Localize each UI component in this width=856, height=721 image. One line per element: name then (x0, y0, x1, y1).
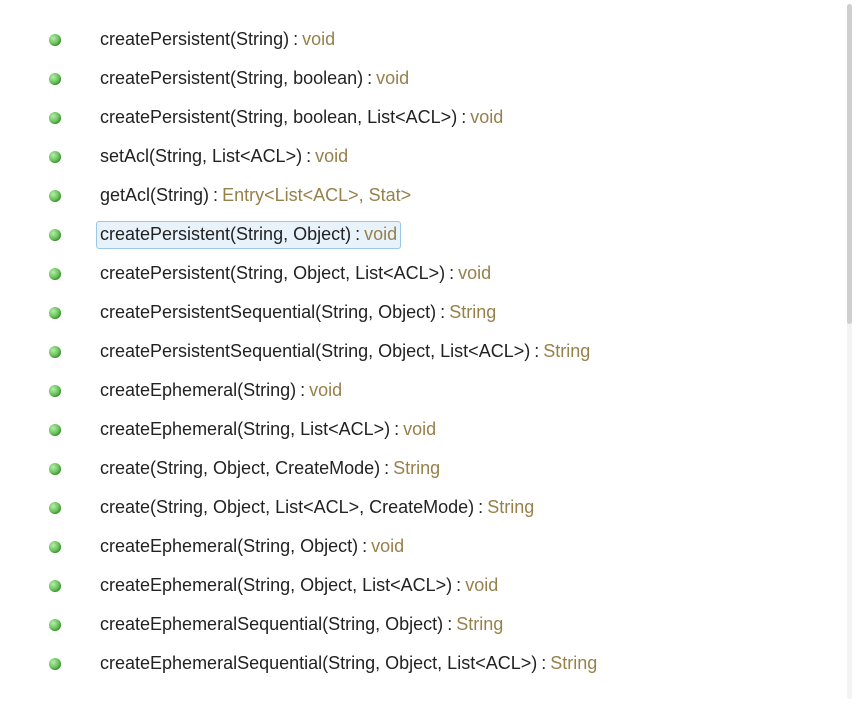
public-method-icon (48, 618, 62, 632)
public-method-icon (48, 423, 62, 437)
outline-item-label: create(String, Object, List<ACL>, Create… (96, 494, 538, 522)
outline-item-label: createPersistentSequential(String, Objec… (96, 338, 594, 366)
outline-view: createPersistent(String) : void createPe… (0, 0, 856, 703)
outline-item[interactable]: createPersistent(String) : void (0, 20, 856, 59)
outline-item-label: createPersistent(String, boolean) : void (96, 65, 413, 93)
public-method-icon (48, 72, 62, 86)
public-method-icon (48, 228, 62, 242)
outline-item[interactable]: createPersistent(String, Object, List<AC… (0, 254, 856, 293)
outline-item-label: createEphemeralSequential(String, Object… (96, 650, 601, 678)
outline-item[interactable]: createPersistentSequential(String, Objec… (0, 293, 856, 332)
outline-item-label: createPersistentSequential(String, Objec… (96, 299, 500, 327)
outline-item-label: createEphemeralSequential(String, Object… (96, 611, 507, 639)
outline-item-label: createEphemeral(String, List<ACL>) : voi… (96, 416, 440, 444)
outline-item-label: createPersistent(String, Object, List<AC… (96, 260, 495, 288)
outline-item[interactable]: getAcl(String) : Entry<List<ACL>, Stat> (0, 176, 856, 215)
public-method-icon (48, 462, 62, 476)
outline-item-label: getAcl(String) : Entry<List<ACL>, Stat> (96, 182, 415, 210)
public-method-icon (48, 657, 62, 671)
outline-item-label: createEphemeral(String, Object) : void (96, 533, 408, 561)
public-method-icon (48, 267, 62, 281)
public-method-icon (48, 33, 62, 47)
outline-item[interactable]: create(String, Object, CreateMode) : Str… (0, 449, 856, 488)
public-method-icon (48, 306, 62, 320)
outline-item-label: createPersistent(String, boolean, List<A… (96, 104, 507, 132)
outline-item-label: createEphemeral(String) : void (96, 377, 346, 405)
outline-item[interactable]: createEphemeral(String, Object, List<ACL… (0, 566, 856, 605)
outline-item[interactable]: createEphemeral(String, Object) : void (0, 527, 856, 566)
scrollbar[interactable] (847, 4, 852, 699)
public-method-icon (48, 345, 62, 359)
public-method-icon (48, 384, 62, 398)
outline-item[interactable]: createPersistent(String, boolean, List<A… (0, 98, 856, 137)
outline-item-label: createEphemeral(String, Object, List<ACL… (96, 572, 502, 600)
outline-item-label: createPersistent(String, Object) : void (96, 221, 401, 249)
outline-item-label: setAcl(String, List<ACL>) : void (96, 143, 352, 171)
outline-item[interactable]: createEphemeralSequential(String, Object… (0, 605, 856, 644)
outline-item-label: createPersistent(String) : void (96, 26, 339, 54)
outline-item[interactable]: createPersistent(String, Object) : void (0, 215, 856, 254)
scrollbar-thumb[interactable] (847, 4, 852, 324)
public-method-icon (48, 540, 62, 554)
outline-item[interactable]: createPersistent(String, boolean) : void (0, 59, 856, 98)
outline-item-label: create(String, Object, CreateMode) : Str… (96, 455, 444, 483)
outline-item[interactable]: setAcl(String, List<ACL>) : void (0, 137, 856, 176)
public-method-icon (48, 150, 62, 164)
public-method-icon (48, 111, 62, 125)
public-method-icon (48, 579, 62, 593)
outline-item[interactable]: createEphemeral(String, List<ACL>) : voi… (0, 410, 856, 449)
outline-item[interactable]: createEphemeralSequential(String, Object… (0, 644, 856, 683)
public-method-icon (48, 189, 62, 203)
outline-item[interactable]: create(String, Object, List<ACL>, Create… (0, 488, 856, 527)
outline-item[interactable]: createPersistentSequential(String, Objec… (0, 332, 856, 371)
public-method-icon (48, 501, 62, 515)
outline-item[interactable]: createEphemeral(String) : void (0, 371, 856, 410)
